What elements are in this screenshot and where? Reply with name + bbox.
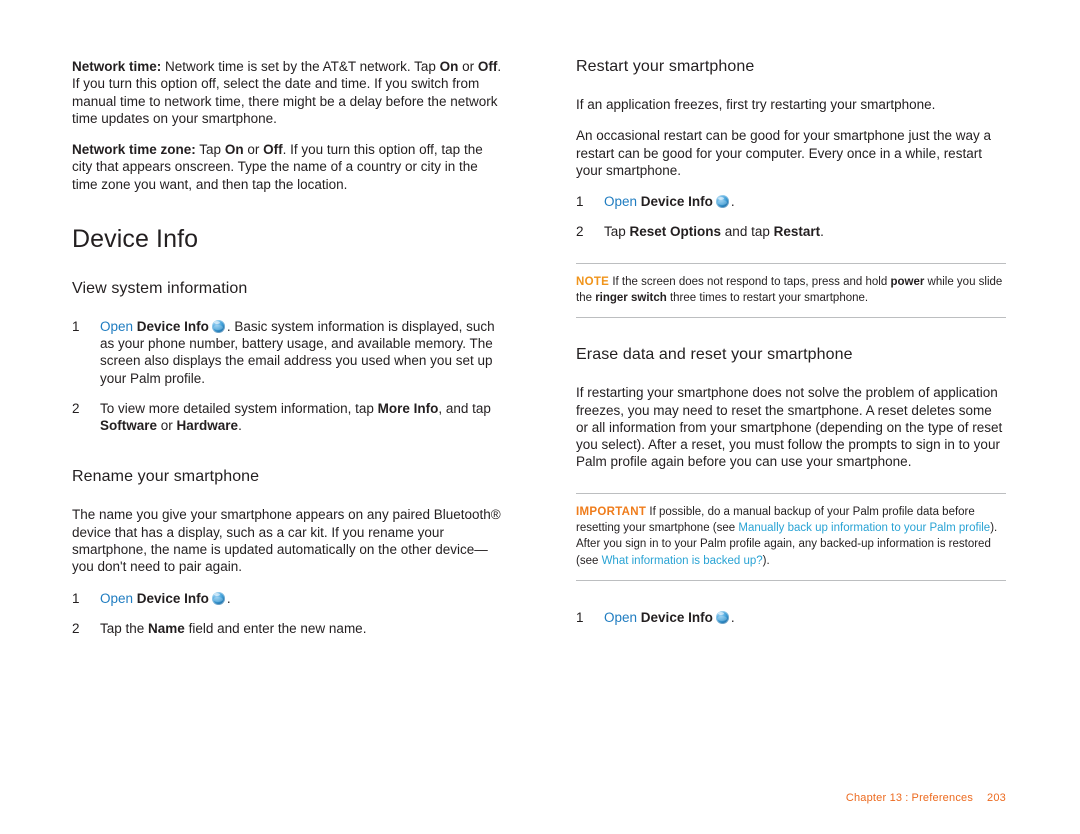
- step-text: Open Device Info.: [604, 609, 1006, 626]
- step-text: Tap the Name field and enter the new nam…: [100, 620, 502, 637]
- open-link[interactable]: Open: [100, 319, 133, 334]
- step-number: 2: [72, 620, 80, 636]
- section-title-erase-data-and-reset: Erase data and reset your smartphone: [576, 346, 853, 364]
- paragraph-network-time-zone: Network time zone: Tap On or Off. If you…: [72, 141, 502, 193]
- note-text-3: three times to restart your smartphone.: [666, 291, 869, 304]
- list-item: 2 Tap Reset Options and tap Restart.: [576, 223, 1006, 240]
- footer-section: Preferences: [911, 792, 974, 804]
- bold-software: Software: [100, 418, 158, 434]
- left-column: Network time: Network time is set by the…: [72, 58, 502, 650]
- step-number: 1: [576, 609, 584, 625]
- ntz-text-2: or: [243, 142, 264, 158]
- step-number: 1: [72, 318, 80, 334]
- step-text: Tap Reset Options and tap Restart.: [604, 223, 1006, 240]
- step-tail: .: [730, 194, 735, 210]
- footer-chapter: Chapter 13: [845, 792, 903, 804]
- step-text: To view more detailed system information…: [100, 400, 502, 435]
- network-time-bold-on: On: [439, 59, 459, 74]
- step2-text-4: .: [238, 418, 242, 434]
- rename-step2-text-2: field and enter the new name.: [184, 620, 367, 636]
- ntz-text-1: Tap: [195, 142, 225, 158]
- list-item: 2 Tap the Name field and enter the new n…: [72, 620, 502, 637]
- app-name-device-info: Device Info: [136, 590, 209, 606]
- step-text: Open Device Info. Basic system informati…: [100, 318, 502, 387]
- palm-app-globe-icon: [211, 319, 225, 333]
- note-label: NOTE: [576, 275, 610, 288]
- open-link[interactable]: Open: [604, 194, 637, 209]
- restart-step2-text-1: Tap: [604, 224, 630, 240]
- open-link[interactable]: Open: [100, 591, 133, 606]
- open-link[interactable]: Open: [604, 610, 637, 625]
- list-item: 1 Open Device Info.: [72, 590, 502, 607]
- app-name-device-info: Device Info: [136, 318, 209, 334]
- bold-ringer-switch: ringer switch: [595, 291, 667, 304]
- note-callout: NOTE If the screen does not respond to t…: [576, 262, 1006, 319]
- network-time-text-1: Network time is set by the AT&T network.…: [161, 59, 440, 74]
- important-callout: IMPORTANT If possible, do a manual backu…: [576, 492, 1006, 581]
- footer-separator: :: [905, 792, 909, 804]
- bold-name: Name: [148, 620, 185, 636]
- app-name-device-info: Device Info: [640, 609, 713, 625]
- palm-app-globe-icon: [715, 610, 729, 624]
- paragraph-rename-smartphone: The name you give your smartphone appear…: [72, 507, 501, 575]
- bold-reset-options: Reset Options: [629, 224, 722, 240]
- page-footer: Chapter 13: Preferences 203: [846, 792, 1006, 804]
- step-number: 2: [72, 400, 80, 416]
- paragraph-erase-data: If restarting your smartphone does not s…: [576, 385, 1003, 470]
- page-title: Device Info: [72, 224, 199, 253]
- section-title-view-system-information: View system information: [72, 279, 248, 297]
- network-time-text-2: or: [458, 59, 478, 74]
- list-item: 1 Open Device Info. Basic system informa…: [72, 318, 502, 387]
- step2-text-2: , and tap: [438, 400, 491, 416]
- step-number: 2: [576, 224, 584, 240]
- list-item: 1 Open Device Info.: [576, 193, 1006, 210]
- section-title-rename-your-smartphone: Rename your smartphone: [72, 468, 260, 486]
- step-text: Open Device Info.: [100, 590, 502, 607]
- step-text: Open Device Info.: [604, 193, 1006, 210]
- restart-step2-text-3: .: [820, 224, 824, 240]
- list-item: 1 Open Device Info.: [576, 609, 1006, 626]
- right-column: Restart your smartphone If an applicatio…: [576, 58, 1006, 639]
- app-name-device-info: Device Info: [640, 194, 713, 210]
- bold-more-info: More Info: [377, 400, 439, 416]
- step2-text-3: or: [157, 418, 177, 434]
- footer-page-number: 203: [987, 792, 1006, 804]
- ntz-bold-on: On: [224, 142, 244, 158]
- bold-hardware: Hardware: [176, 418, 239, 434]
- step-tail: .: [730, 609, 735, 625]
- bold-power: power: [890, 275, 925, 288]
- cross-reference-link-what-info[interactable]: What information is backed up?: [602, 555, 763, 567]
- section-title-restart-your-smartphone: Restart your smartphone: [576, 58, 755, 75]
- network-time-bold-off: Off: [477, 59, 498, 74]
- restart-step2-text-2: and tap: [721, 224, 774, 240]
- step-number: 1: [576, 194, 584, 210]
- palm-app-globe-icon: [211, 591, 225, 605]
- step-tail: .: [226, 590, 231, 606]
- document-page: Network time: Network time is set by the…: [0, 0, 1080, 834]
- note-text-1: If the screen does not respond to taps, …: [609, 275, 891, 288]
- bold-restart: Restart: [773, 224, 821, 240]
- paragraph-restart-intro: If an application freezes, first try res…: [576, 97, 936, 112]
- network-time-lead: Network time:: [72, 59, 162, 74]
- step2-text-1: To view more detailed system information…: [100, 400, 378, 416]
- cross-reference-link-backup[interactable]: Manually back up information to your Pal…: [738, 522, 990, 534]
- rename-step2-text-1: Tap the: [100, 620, 149, 636]
- network-time-zone-lead: Network time zone:: [72, 142, 196, 158]
- paragraph-network-time: Network time: Network time is set by the…: [72, 58, 502, 127]
- ntz-bold-off: Off: [263, 142, 283, 158]
- step-number: 1: [72, 590, 80, 606]
- list-item: 2 To view more detailed system informati…: [72, 400, 502, 435]
- important-text-3: ).: [762, 554, 770, 567]
- paragraph-restart-detail: An occasional restart can be good for yo…: [576, 128, 991, 178]
- important-label: IMPORTANT: [576, 505, 647, 518]
- palm-app-globe-icon: [715, 195, 729, 209]
